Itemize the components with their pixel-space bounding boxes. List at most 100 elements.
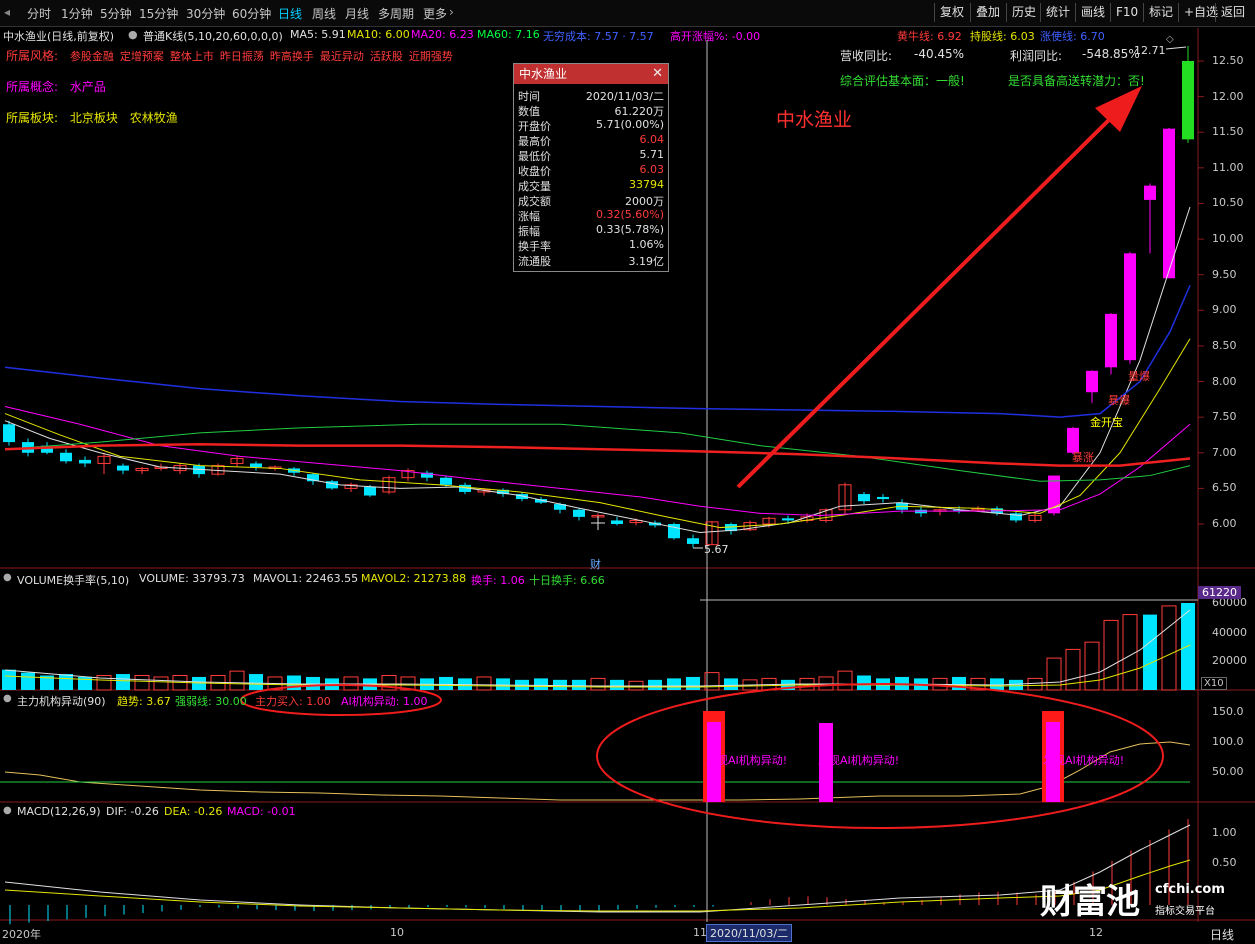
sector-value-1[interactable]: 北京板块: [70, 111, 118, 125]
dea-line: [4, 859, 1191, 912]
dropdown-icon[interactable]: ●: [128, 28, 138, 41]
concept-label: 所属概念:: [6, 80, 59, 94]
tooltip-row: 涨幅 0.32(5.60%): [518, 208, 664, 223]
axis-label: 10.00: [1212, 232, 1244, 246]
volume-bar: [1084, 641, 1100, 691]
cai-marker: 财: [590, 558, 601, 571]
bull-line: [4, 442, 1191, 467]
mainforce-dropdown-icon[interactable]: ●: [3, 693, 12, 704]
tooltip-row-value: 61.220万: [614, 105, 665, 118]
style-tag-7[interactable]: 近期强势: [409, 50, 453, 63]
volume-bar: [686, 676, 700, 690]
tooltip-row: 最高价 6.04: [518, 133, 664, 148]
cursor-date: 2020/11/03/二: [706, 924, 793, 942]
tooltip-header[interactable]: 中水渔业 ✕: [514, 64, 668, 84]
kline-params[interactable]: 普通K线(5,10,20,60,0,0,0): [143, 28, 283, 44]
candle-body: [79, 459, 91, 464]
volume-bar: [116, 674, 130, 690]
macd-value: MACD: -0.01: [227, 805, 296, 818]
volume-bar: [249, 674, 263, 690]
volume-value: VOLUME: 33793.73: [139, 572, 245, 585]
candle-body: [3, 424, 15, 443]
candle-body: [364, 486, 376, 496]
ma20-value: MA20: 6.23: [411, 28, 474, 41]
axis-label: 6.00: [1212, 517, 1237, 530]
style-tag-5[interactable]: 最近异动: [320, 50, 364, 63]
tooltip-row-key: 涨幅: [518, 210, 540, 223]
style-tag-3[interactable]: 昨日振荡: [220, 50, 264, 63]
axis-label: 8.50: [1212, 338, 1237, 352]
volume-dropdown-icon[interactable]: ●: [3, 572, 12, 583]
volume-header[interactable]: VOLUME换手率(5,10): [17, 572, 129, 588]
volume-bar: [724, 678, 738, 690]
strong-line-value: 强弱线: 30.00: [175, 695, 247, 708]
candle-body: [1182, 61, 1194, 140]
dif-value: DIF: -0.26: [106, 805, 159, 818]
style-tag-2[interactable]: 整体上市: [170, 50, 214, 63]
profit-value: -548.85%: [1082, 47, 1140, 61]
sector-label: 所属板块:: [6, 111, 59, 125]
volume-unit: X10: [1201, 677, 1227, 690]
watermark-url: cfchi.com: [1155, 882, 1225, 897]
signal-label-3: 暴爆: [1108, 394, 1130, 407]
tooltip-row: 成交量 33794: [518, 178, 664, 193]
tooltip-row-key: 最低价: [518, 150, 551, 163]
cost-value: 无穷成本: 7.57 · 7.57: [543, 30, 654, 43]
close-icon[interactable]: ✕: [652, 64, 663, 84]
signal-label-4: 量爆: [1128, 370, 1150, 383]
high-marker: [1165, 46, 1187, 50]
ai-alert-3: 发现AI机构异动!: [1043, 754, 1125, 767]
axis-label: 9.00: [1212, 303, 1237, 317]
tooltip-row-value: 33794: [629, 178, 664, 191]
axis-label: 100.0: [1212, 735, 1244, 748]
concept-value[interactable]: 水产品: [70, 80, 106, 94]
candle-body: [687, 538, 699, 544]
style-tag-4[interactable]: 昨高换手: [270, 50, 314, 63]
axis-label: 8.00: [1212, 374, 1237, 388]
mavol2-value: MAVOL2: 21273.88: [361, 572, 467, 585]
axis-label: 9.50: [1212, 267, 1237, 281]
volume-bar: [134, 675, 150, 691]
sector-value-2[interactable]: 农林牧渔: [130, 111, 178, 125]
watermark-name: 财富池: [1040, 882, 1140, 922]
axis-label: 7.00: [1212, 445, 1237, 459]
tooltip-row-value: 5.71: [639, 148, 665, 161]
style-tag-6[interactable]: 活跃股: [370, 50, 403, 63]
style-tag-1[interactable]: 定增预案: [120, 50, 164, 63]
axis-label: 1.00: [1212, 826, 1237, 839]
volume-bar: [1103, 619, 1119, 691]
tooltip-row-key: 换手率: [518, 240, 551, 253]
fundamental-eval: 综合评估基本面：一般!: [840, 74, 965, 88]
tooltip-row: 成交额 2000万: [518, 193, 664, 208]
volume-bar: [496, 678, 510, 690]
trend-value: 趋势: 3.67: [117, 695, 171, 708]
style-label: 所属风格:: [6, 49, 59, 63]
candle-body: [1124, 253, 1136, 361]
date-year: 2020年: [2, 928, 41, 941]
candle-body: [782, 518, 794, 521]
trend-arrow-shaft: [736, 105, 1124, 489]
axis-label: 150.0: [1212, 705, 1244, 718]
tooltip-row-value: 2000万: [625, 195, 664, 208]
tooltip-row-value: 6.04: [639, 133, 665, 146]
volume-bar: [534, 678, 548, 690]
low-price-label: 5.67: [704, 543, 729, 556]
hold-line-value: 持股线: 6.03: [970, 30, 1035, 43]
stock-name-annotation: 中水渔业: [776, 109, 853, 131]
tooltip-row-value: 6.03: [639, 163, 665, 176]
axis-label: 10.50: [1212, 196, 1244, 210]
mainforce-header[interactable]: 主力机构异动(90): [17, 693, 106, 709]
candle-body: [611, 520, 623, 524]
mavol1-value: MAVOL1: 22463.55: [253, 572, 359, 585]
ma60-value: MA60: 7.16: [477, 28, 540, 41]
macd-header[interactable]: MACD(12,26,9): [17, 805, 101, 818]
style-tag-0[interactable]: 参股金融: [70, 50, 114, 63]
candle-body: [440, 477, 452, 485]
period-label[interactable]: 日线: [1210, 926, 1234, 943]
tooltip-row: 流通股 3.19亿: [518, 253, 664, 268]
ma10-line: [4, 338, 1191, 529]
macd-dropdown-icon[interactable]: ●: [3, 805, 12, 816]
signal-label-1: 暴涨: [1072, 451, 1094, 464]
volume-bar: [343, 676, 359, 691]
dea-value: DEA: -0.26: [164, 805, 223, 818]
